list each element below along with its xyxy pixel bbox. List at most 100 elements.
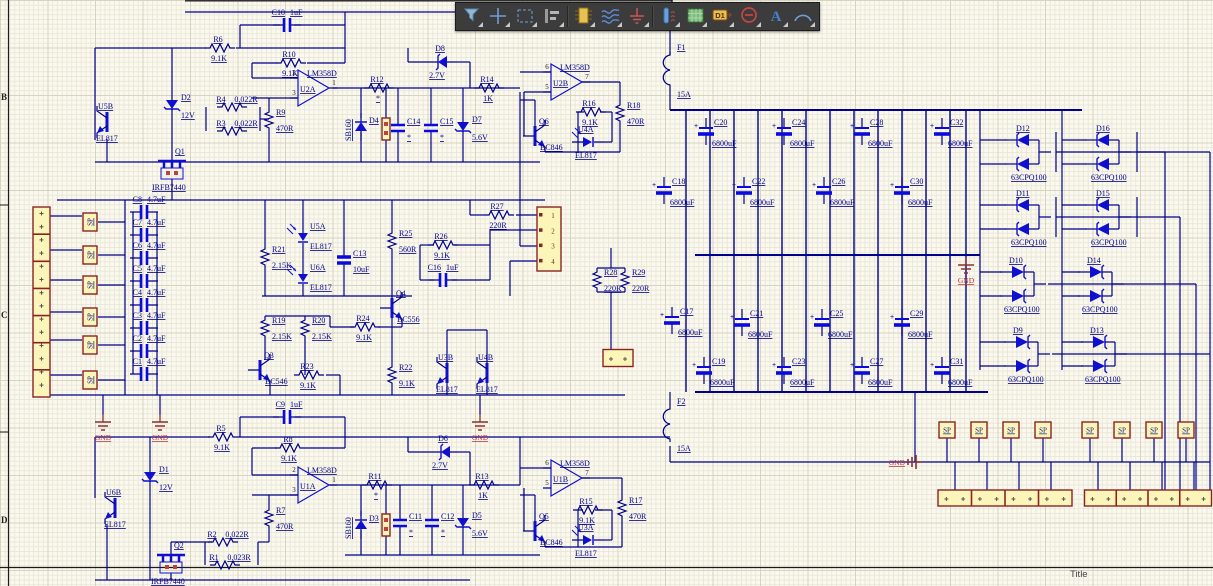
component-C15[interactable]: C15 * (424, 114, 453, 142)
component-Q2[interactable]: Q2 IRFB7440 (151, 541, 185, 586)
component-C2[interactable]: C2 4.7uF (130, 334, 166, 358)
component-R28[interactable]: R28 220R (591, 268, 622, 293)
component-Q3[interactable]: Q3 BC546 (248, 351, 288, 386)
component-R12[interactable]: R12 * (364, 75, 394, 103)
component-D10[interactable]: D10 63CPQ100 (1000, 256, 1046, 314)
component-D5[interactable]: D5 5.6V (454, 509, 488, 538)
component-R4[interactable]: R4 0.022R (216, 95, 258, 113)
component-C28[interactable]: + C28 6800uF (850, 118, 893, 148)
component-Q4[interactable]: Q4 BC556 (380, 289, 420, 324)
component-R5[interactable]: R5 9.1K (208, 424, 238, 452)
component-C12[interactable]: C12 * (425, 509, 454, 537)
component-C25[interactable]: + C25 6800uF (810, 309, 853, 339)
connector[interactable] (32, 206, 51, 398)
component-R23[interactable]: R23 9.1K (294, 362, 324, 390)
component-R16[interactable]: R169.1K (576, 99, 606, 127)
power-port-icon[interactable] (624, 4, 651, 29)
jumper[interactable] (381, 117, 391, 141)
component-R7[interactable]: R7 470R (263, 506, 294, 531)
component-C21[interactable]: + C21 6800uF (730, 309, 773, 339)
text-icon[interactable]: A (763, 4, 790, 29)
component-U3A[interactable]: U3A EL817 (571, 523, 604, 558)
sheet-symbol-icon[interactable] (682, 4, 709, 29)
sp-port[interactable]: SP (1177, 421, 1195, 439)
component-D12[interactable]: D12 63CPQ100 (1005, 124, 1051, 182)
part-icon[interactable] (570, 4, 597, 29)
sp-port[interactable]: SP (82, 307, 98, 327)
designator-icon[interactable]: D1 (709, 4, 736, 29)
component-D2[interactable]: D2 12V (163, 91, 195, 120)
component-C9[interactable]: C9 1uF (273, 400, 303, 424)
sp-port[interactable]: SP (82, 335, 98, 355)
component-U3B[interactable]: U3B EL817 (436, 353, 458, 394)
sp-port[interactable]: SP (1113, 421, 1131, 439)
component-R1[interactable]: R1 0.023R (209, 553, 251, 571)
component-D9[interactable]: D9 63CPQ100 (1004, 326, 1050, 384)
component-R14[interactable]: R14 1K (474, 75, 504, 103)
component-R6[interactable]: R6 9.1K (205, 35, 235, 63)
component-D4[interactable]: D4 SB160 (344, 113, 379, 141)
component-C7[interactable]: C7 4.7uF (130, 218, 166, 242)
gnd-symbol[interactable]: GND (95, 414, 112, 442)
component-R18[interactable]: R18 470R (614, 101, 645, 126)
sp-port[interactable]: SP (82, 245, 98, 265)
wire-icon[interactable] (597, 4, 624, 29)
gnd-symbol[interactable]: GND (152, 414, 169, 442)
connector[interactable] (602, 348, 634, 368)
component-U6A[interactable]: U6A EL817 (286, 262, 332, 294)
component-D3[interactable]: D3 SB160 (344, 511, 379, 539)
sp-port[interactable]: SP (82, 275, 98, 295)
component-R21[interactable]: R21 2.15K (259, 245, 292, 270)
component-D7[interactable]: D7 5.6V (454, 113, 488, 142)
component-U2B[interactable]: 6 5 7 U2B LM358D (543, 62, 590, 102)
component-F1[interactable]: F1 15A (662, 43, 691, 99)
sp-port[interactable]: SP (1081, 421, 1099, 439)
component-R22[interactable]: R22 9.1K (386, 363, 415, 388)
component-C8[interactable]: C8 4.7uF (130, 195, 166, 219)
no-erc-icon[interactable] (736, 4, 763, 29)
component-C26[interactable]: + C26 6800uF (812, 177, 855, 207)
component-R10[interactable]: R109.1K (276, 50, 306, 78)
component-C1[interactable]: C1 4.7uF (130, 357, 166, 381)
component-R19[interactable]: R19 2.15K (259, 316, 292, 341)
component-C11[interactable]: C11 * (393, 509, 422, 537)
connector[interactable] (1083, 489, 1213, 507)
sp-port[interactable]: SP (82, 212, 98, 232)
component-C6[interactable]: C6 4.7uF (130, 241, 166, 265)
component-Q6[interactable]: Q6 BC846 (523, 117, 563, 152)
component-R26[interactable]: R26 9.1K (428, 232, 458, 260)
component-C27[interactable]: + C27 6800uF (850, 357, 893, 387)
component-U1A[interactable]: 2 3 1 U1A LM358D (290, 465, 337, 505)
gnd-symbol[interactable]: GND (472, 414, 489, 442)
component-D15[interactable]: D15 63CPQ100 (1085, 189, 1131, 247)
component-R9[interactable]: R9 470R (263, 108, 294, 133)
sp-port[interactable]: SP (970, 421, 988, 439)
filter-icon[interactable] (458, 4, 485, 29)
arc-icon[interactable] (790, 4, 817, 29)
component-C18[interactable]: + C18 6800uF (652, 177, 695, 207)
sp-port[interactable]: SP (1034, 421, 1052, 439)
component-R29[interactable]: R29 220R (619, 268, 650, 293)
component-Q5[interactable]: Q5 BC846 (523, 512, 563, 547)
component-D1[interactable]: D1 12V (141, 463, 173, 492)
selection-icon[interactable] (512, 4, 539, 29)
component-C17[interactable]: + C17 6800uF (660, 307, 703, 337)
component-C19[interactable]: + C19 6800uF (692, 357, 735, 387)
component-U4A[interactable]: U4A EL817 (571, 125, 604, 160)
component-C13[interactable]: C13 10uF (337, 246, 370, 274)
component-D11[interactable]: D11 63CPQ100 (1005, 189, 1051, 247)
component-U6B[interactable]: U6B EL817 (104, 488, 126, 529)
component-C14[interactable]: C14 * (391, 114, 420, 142)
bus-entry-icon[interactable] (655, 4, 682, 29)
component-R8[interactable]: R8 9.1K (275, 435, 305, 463)
component-D16[interactable]: D16 63CPQ100 (1085, 124, 1131, 182)
component-U1B[interactable]: 6 5 7 U1B LM358D (543, 458, 590, 498)
component-C23[interactable]: + C23 6800uF (772, 357, 815, 387)
component-C24[interactable]: + C24 6800uF (772, 118, 815, 148)
component-R17[interactable]: R17 470R (616, 496, 647, 521)
sp-port[interactable]: SP (938, 421, 956, 439)
component-C16[interactable]: C16 1uF (428, 263, 459, 287)
align-icon[interactable] (539, 4, 566, 29)
component-R24[interactable]: R24 9.1K (350, 314, 380, 342)
component-R11[interactable]: R11 * (362, 472, 392, 500)
